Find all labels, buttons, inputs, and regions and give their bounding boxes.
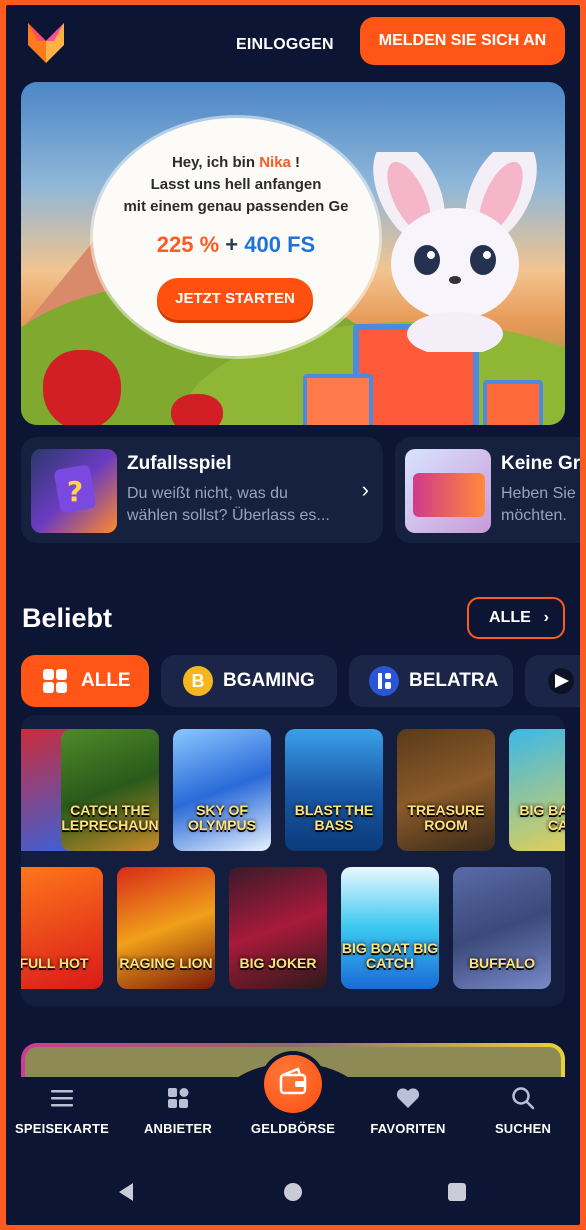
strawberry-decoration [43,350,121,425]
gift-box-icon [483,380,543,425]
nav-label: ANBIETER [143,1121,213,1136]
bonus-percent: 225 % [156,232,220,257]
question-icon: ? [54,465,96,513]
chip-label: ALLE [81,670,131,691]
recents-icon[interactable] [446,1181,468,1203]
chip-label: BELATRA [409,670,499,691]
filter-chip-belatra[interactable]: BELATRA [349,655,513,707]
credit-card-icon [413,473,485,517]
card-desc-line: wählen sollst? Überlass es... [127,507,330,524]
game-title: SKY OF OLYMPUS [188,802,256,833]
nav-label: GELDBÖRSE [250,1121,336,1136]
home-icon[interactable] [282,1181,304,1203]
card-desc-line: möchten. [501,507,567,524]
gift-box-icon [303,374,373,425]
provider-logo-icon [548,668,574,694]
game-title: BIG BOAT BIG CATCH [341,940,439,971]
no-limit-thumbnail [405,449,491,533]
nav-label: SPEISEKARTE [15,1121,109,1136]
game-tile[interactable]: RAGING LION [117,867,215,989]
game-title: BUFFALO [468,955,536,971]
game-title: BIG BA BIG CA [519,802,565,833]
heart-icon [396,1088,420,1108]
nav-label: FAVORITEN [370,1121,446,1136]
greeting-suffix: ! [290,154,301,171]
filter-chip-all[interactable]: ALLE [21,655,149,707]
card-description: Heben Sie möchten. [501,483,576,527]
brand-logo[interactable] [26,19,66,65]
game-tile[interactable]: BUFFALO [453,867,551,989]
menu-icon [51,1090,73,1107]
hero-greeting: Hey, ich bin Nika ! [93,154,379,171]
svg-text:?: ? [67,475,83,508]
strawberry-decoration [171,394,223,425]
game-tile[interactable]: BIG JOKER [229,867,327,989]
random-game-thumbnail: ? [31,449,117,533]
game-tile[interactable]: BLAST THE BASS [285,729,383,851]
greeting-prefix: Hey, ich bin [171,154,260,171]
show-all-button[interactable]: ALLE › [467,597,565,639]
nav-wallet[interactable]: GELDBÖRSE [238,1085,348,1136]
grid-icon [43,669,67,693]
belatra-logo-icon [369,666,399,696]
card-desc-line: Heben Sie [501,485,576,502]
no-limit-card[interactable]: Keine Gre Heben Sie möchten. [395,437,580,543]
nav-menu[interactable]: SPEISEKARTE [7,1085,117,1136]
game-title: TREASURE ROOM [407,802,485,833]
search-icon [512,1087,535,1110]
random-game-card[interactable]: ? Zufallsspiel Du weißt nicht, was du wä… [21,437,383,543]
bonus-free-spins: 400 FS [244,232,316,257]
login-button[interactable]: EINLOGGEN [236,25,334,65]
back-icon[interactable] [116,1181,138,1203]
nav-label: SUCHEN [494,1121,552,1136]
card-title: Zufallsspiel [127,453,232,474]
mascot-name: Nika [259,154,291,171]
filter-chip-more[interactable] [525,655,580,707]
bonus-plus: + [225,232,239,257]
game-title: BIG JOKER [239,955,317,971]
hero-line-3: mit einem genau passenden Ge [123,198,349,215]
chip-label: BGAMING [223,670,315,691]
chevron-right-icon: › [543,609,549,626]
bonus-offer: 225 % + 400 FS [93,232,379,258]
show-all-label: ALLE [489,609,531,626]
game-tile[interactable]: CATCH THE LEPRECHAUN [61,729,159,851]
game-tile[interactable]: TREASURE ROOM [397,729,495,851]
games-grid: CATCH THE LEPRECHAUN SKY OF OLYMPUS BLAS… [21,715,565,1006]
fox-mascot-icon [373,152,537,352]
game-tile[interactable]: FULL HOT [21,867,103,989]
game-tile[interactable]: BIG BOAT BIG CATCH [341,867,439,989]
game-title: RAGING LION [119,955,213,971]
nav-favorites[interactable]: FAVORITEN [353,1085,463,1136]
chevron-right-icon[interactable]: › [362,477,369,503]
card-desc-line: Du weißt nicht, was du [127,485,288,502]
nav-providers[interactable]: ANBIETER [123,1085,233,1136]
bgaming-logo-icon: B [183,666,213,696]
app-screen: EINLOGGEN MELDEN SIE SICH AN Hey, ich bi… [6,5,580,1225]
game-title: BLAST THE BASS [294,802,374,833]
card-description: Du weißt nicht, was du wählen sollst? Üb… [127,483,330,527]
section-title-popular: Beliebt [22,603,113,633]
wallet-spacer [280,1085,306,1111]
card-title: Keine Gre [501,453,580,474]
game-tile[interactable]: BIG BA BIG CA [509,729,565,851]
welcome-banner[interactable]: Hey, ich bin Nika ! Lasst uns hell anfan… [21,82,565,425]
game-title: FULL HOT [21,955,89,971]
signup-button[interactable]: MELDEN SIE SICH AN [360,17,565,65]
hero-line-2: Lasst uns hell anfangen [150,176,322,193]
start-now-button[interactable]: JETZT STARTEN [157,278,313,320]
game-title: CATCH THE LEPRECHAUN [61,802,159,833]
nav-search[interactable]: SUCHEN [468,1085,578,1136]
providers-icon [168,1088,189,1108]
filter-chip-bgaming[interactable]: B BGAMING [161,655,337,707]
game-tile[interactable]: SKY OF OLYMPUS [173,729,271,851]
